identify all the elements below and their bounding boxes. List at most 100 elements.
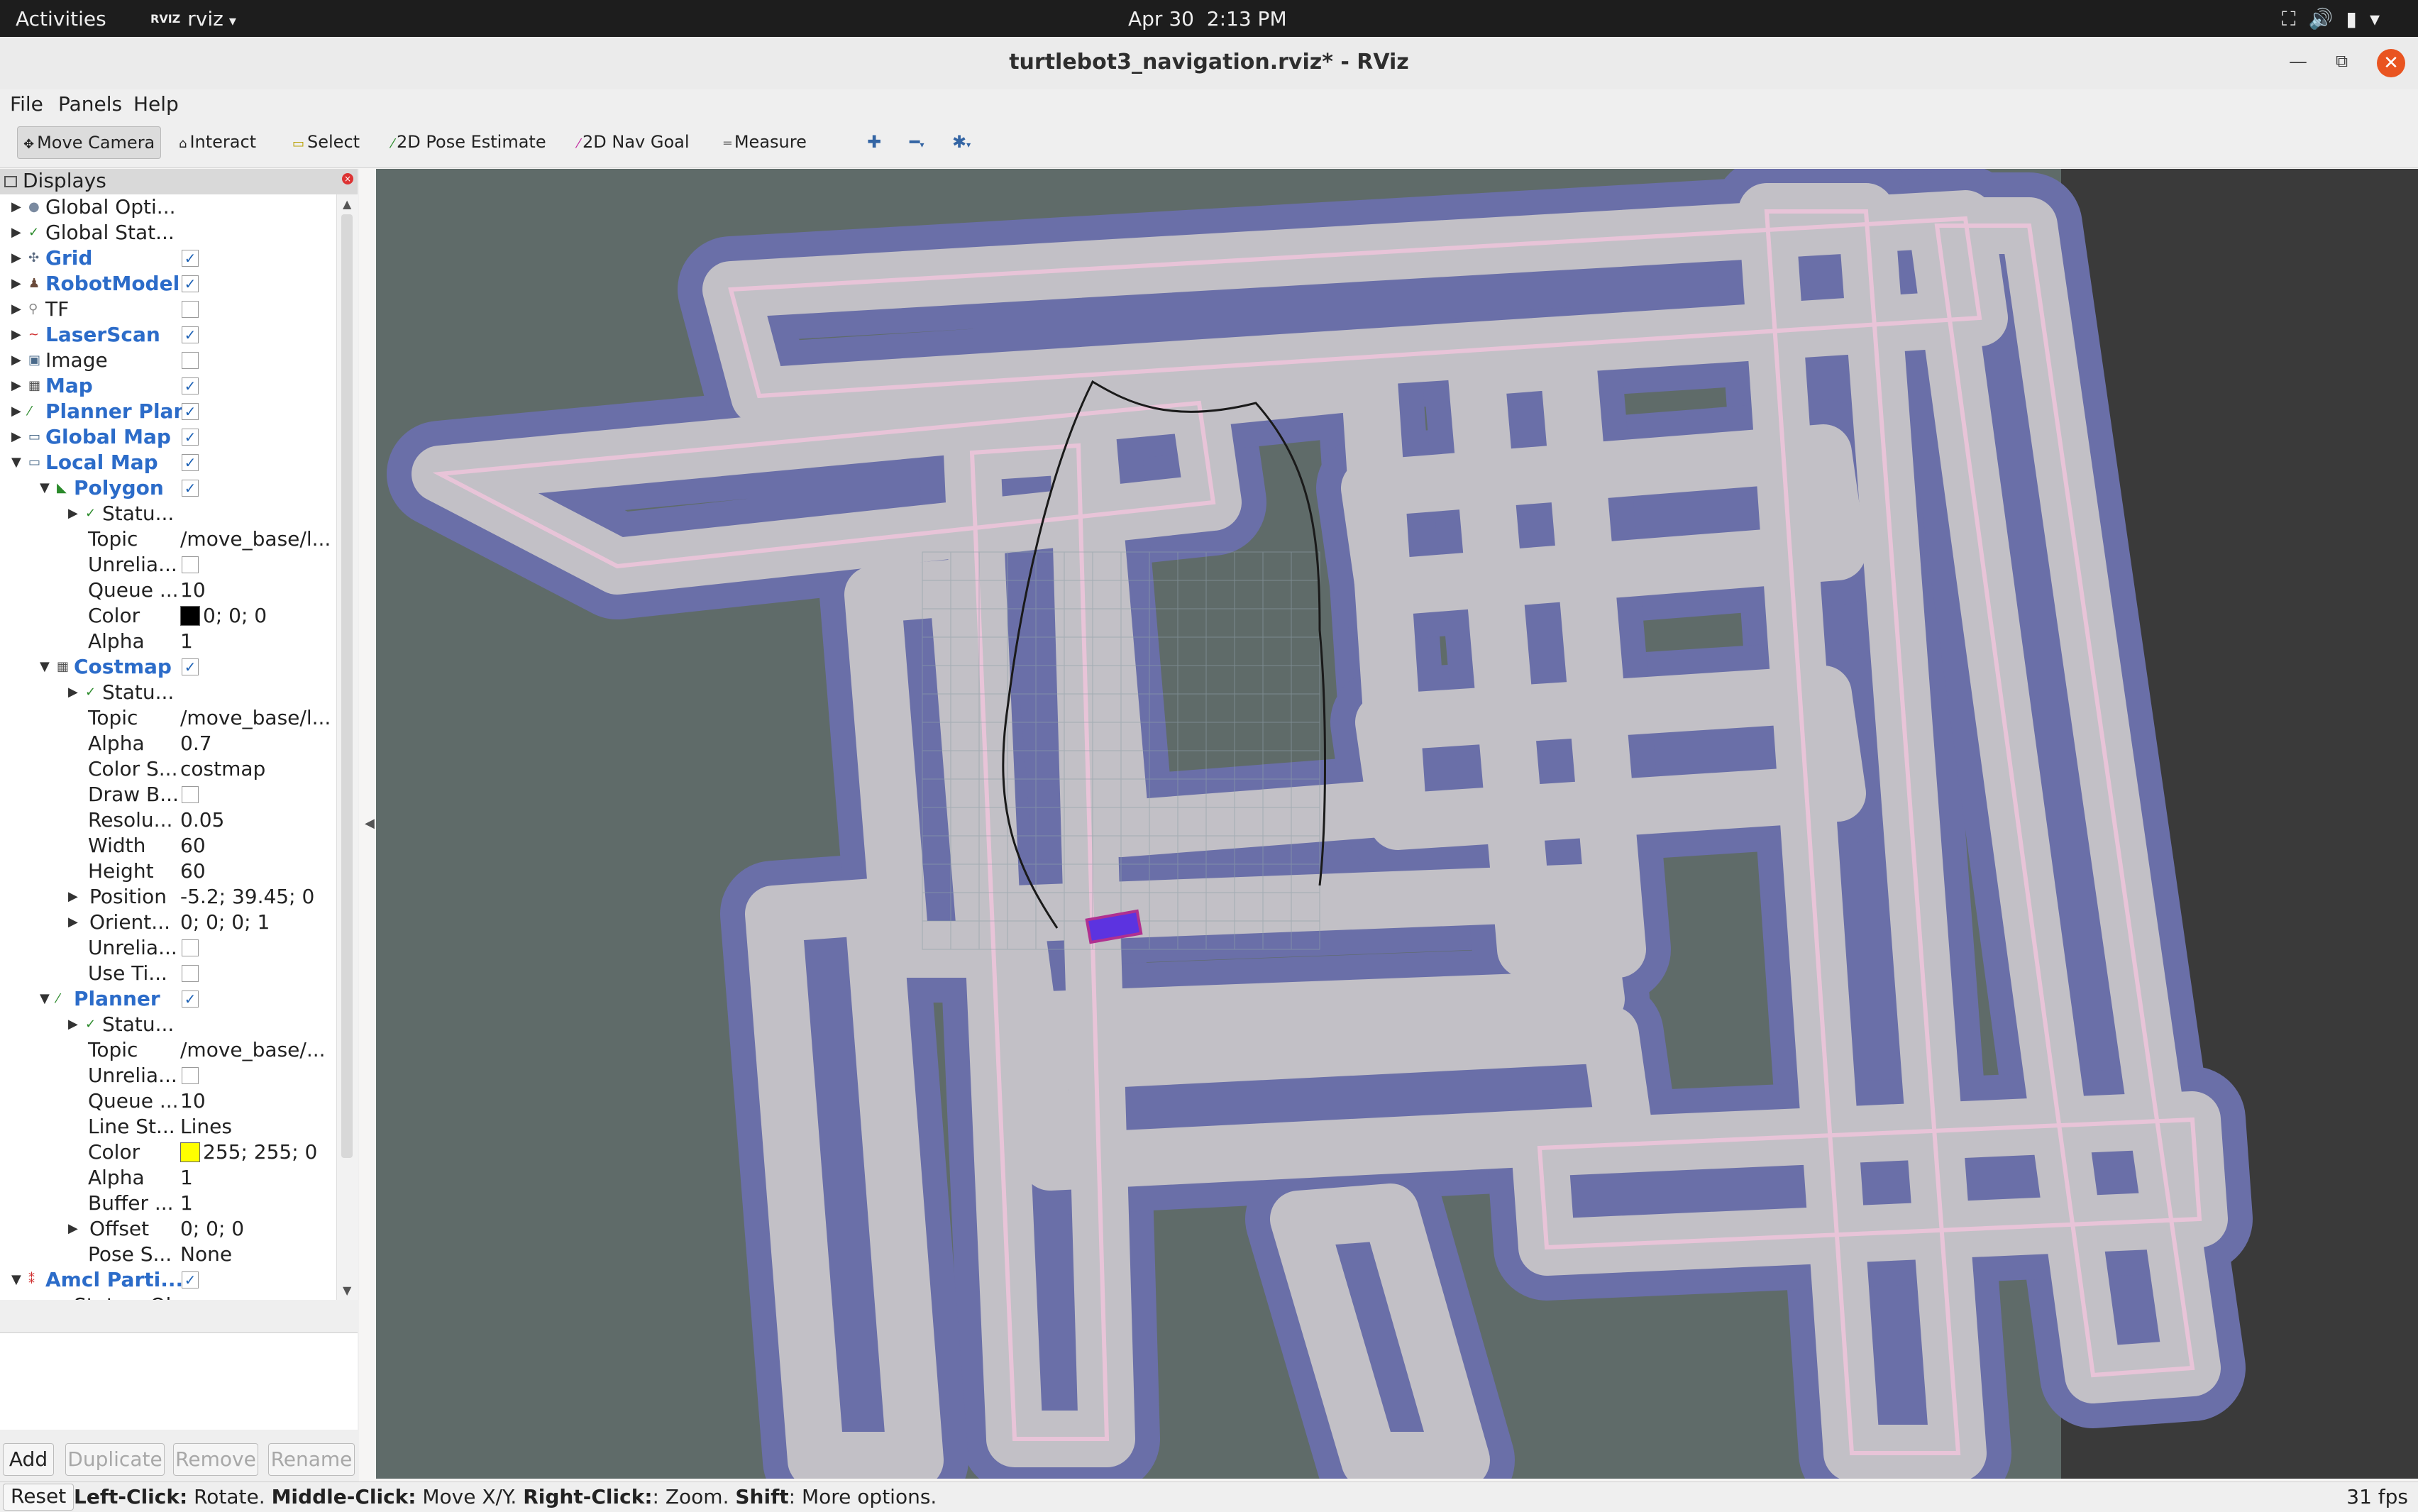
display-tree-row[interactable]: Buffer ... 1 xyxy=(0,1191,336,1216)
rename-display-button[interactable]: Rename xyxy=(268,1443,355,1476)
display-row-value[interactable]: 10 xyxy=(180,1088,206,1114)
minimize-icon[interactable]: — xyxy=(2289,51,2307,72)
display-row-value[interactable]: /move_base/l... xyxy=(180,705,331,731)
remove-display-button[interactable]: Remove xyxy=(173,1443,258,1476)
display-enable-checkbox[interactable]: ✓ xyxy=(182,275,199,292)
display-tree-row[interactable]: Height 60 xyxy=(0,859,336,884)
add-display-button[interactable]: Add xyxy=(3,1443,54,1476)
display-tree-row[interactable]: ▶ ✓ Statu... xyxy=(0,680,336,705)
display-tree-row[interactable]: ▶ ● Global Opti... xyxy=(0,194,336,220)
display-tree-row[interactable]: ▶ Offset 0; 0; 0 xyxy=(0,1216,336,1242)
display-row-value[interactable]: /move_base/l... xyxy=(180,526,331,552)
display-tree-row[interactable]: ▼ ▭ Local Map ✓ xyxy=(0,450,336,475)
display-enable-checkbox[interactable] xyxy=(182,786,199,803)
expand-arrow-icon[interactable]: ▶ xyxy=(11,271,21,297)
display-row-value[interactable]: 0.7 xyxy=(180,731,212,756)
display-tree-row[interactable]: Queue ... 10 xyxy=(0,1088,336,1114)
display-enable-checkbox[interactable] xyxy=(182,939,199,956)
reset-button[interactable]: Reset xyxy=(3,1484,74,1511)
display-enable-checkbox[interactable] xyxy=(182,301,199,318)
display-tree-row[interactable]: Topic/move_base/l... xyxy=(0,526,336,552)
display-enable-checkbox[interactable]: ✓ xyxy=(182,403,199,420)
scroll-down-icon[interactable]: ▼ xyxy=(343,1284,351,1297)
close-icon[interactable]: ✕ xyxy=(2377,49,2405,77)
display-tree-row[interactable]: Use Ti... xyxy=(0,961,336,986)
display-tree-row[interactable]: ▶ ▭ Global Map ✓ xyxy=(0,424,336,450)
display-tree-row[interactable]: Line St... Lines xyxy=(0,1114,336,1139)
display-tree-row[interactable]: ▼ ◣ Polygon ✓ xyxy=(0,475,336,501)
display-tree-row[interactable]: ▼ ▦ Costmap ✓ xyxy=(0,654,336,680)
expand-arrow-icon[interactable]: ▶ xyxy=(11,399,21,424)
collapse-arrow-icon[interactable]: ▼ xyxy=(40,475,50,501)
display-row-value[interactable]: None xyxy=(180,1242,232,1267)
display-enable-checkbox[interactable]: ✓ xyxy=(182,480,199,497)
display-enable-checkbox[interactable]: ✓ xyxy=(182,1271,199,1288)
display-enable-checkbox[interactable]: ✓ xyxy=(182,377,199,394)
expand-arrow-icon[interactable]: ▶ xyxy=(11,373,21,399)
display-row-value[interactable]: 10 xyxy=(180,578,206,603)
expand-arrow-icon[interactable]: ▶ xyxy=(11,322,21,348)
clock[interactable]: Apr 30 2:13 PM xyxy=(1128,7,1313,31)
collapse-arrow-icon[interactable]: ▼ xyxy=(40,654,50,680)
display-tree-row[interactable]: Color S... costmap xyxy=(0,756,336,782)
collapse-arrow-icon[interactable]: ▼ xyxy=(11,450,21,475)
display-tree-row[interactable]: ▶ ~ LaserScan ✓ xyxy=(0,322,336,348)
collapse-arrow-icon[interactable]: ▼ xyxy=(40,986,50,1012)
display-tree-row[interactable]: ▶ Position -5.2; 39.45; 0 xyxy=(0,884,336,910)
display-enable-checkbox[interactable] xyxy=(182,556,199,573)
display-tree-row[interactable]: ▶ ✓ Statu... xyxy=(0,501,336,526)
expand-arrow-icon[interactable]: ▶ xyxy=(11,194,21,220)
display-tree-row[interactable]: Queue ... 10 xyxy=(0,578,336,603)
display-row-value[interactable]: 1 xyxy=(180,629,193,654)
expand-arrow-icon[interactable]: ▶ xyxy=(68,680,78,705)
display-tree-row[interactable]: Unrelia... xyxy=(0,552,336,578)
menu-file[interactable]: File xyxy=(10,92,43,116)
render-viewport[interactable] xyxy=(376,169,2418,1479)
remove-tool-button[interactable]: ━▾ xyxy=(904,126,929,158)
expand-arrow-icon[interactable]: ▶ xyxy=(11,348,21,373)
displays-scrollbar[interactable]: ▲ ▼ xyxy=(336,194,358,1300)
display-row-value[interactable]: /move_base/... xyxy=(180,1037,326,1063)
display-tree-row[interactable]: ▶ ▣ Image xyxy=(0,348,336,373)
collapse-arrow-icon[interactable]: ▼ xyxy=(11,1267,21,1293)
display-tree-row[interactable]: ▶ ⚲ TF xyxy=(0,297,336,322)
display-row-value[interactable]: 0; 0; 0 xyxy=(180,603,267,629)
system-tray[interactable]: ⛶🔊▮▾ xyxy=(2282,7,2392,31)
display-enable-checkbox[interactable] xyxy=(182,352,199,369)
expand-arrow-icon[interactable]: ▶ xyxy=(11,245,21,271)
display-tree-row[interactable]: ▶ Orient... 0; 0; 0; 1 xyxy=(0,910,336,935)
tool-properties-button[interactable]: ✱▾ xyxy=(946,126,976,158)
add-tool-button[interactable]: ✚ xyxy=(861,126,887,158)
display-tree-row[interactable]: Draw B... xyxy=(0,782,336,807)
display-row-value[interactable]: -5.2; 39.45; 0 xyxy=(180,884,314,910)
display-tree-row[interactable]: ▶ ♟ RobotModel ✓ xyxy=(0,271,336,297)
display-enable-checkbox[interactable]: ✓ xyxy=(182,326,199,343)
display-enable-checkbox[interactable]: ✓ xyxy=(182,429,199,446)
pose-estimate-tool[interactable]: ⁄ 2D Pose Estimate xyxy=(386,126,552,158)
display-enable-checkbox[interactable] xyxy=(182,1067,199,1084)
scroll-up-icon[interactable]: ▲ xyxy=(343,197,351,211)
menu-help[interactable]: Help xyxy=(133,92,179,116)
display-tree-row[interactable]: Pose S... None xyxy=(0,1242,336,1267)
expand-arrow-icon[interactable]: ▶ xyxy=(11,297,21,322)
expand-arrow-icon[interactable]: ▶ xyxy=(11,424,21,450)
display-enable-checkbox[interactable] xyxy=(182,965,199,982)
displays-tree[interactable]: ▶ ● Global Opti... ▶ ✓ Global Stat... ▶ ✣ Grid ✓ ▶… xyxy=(0,194,336,1300)
display-enable-checkbox[interactable]: ✓ xyxy=(182,250,199,267)
display-row-value[interactable]: 60 xyxy=(180,833,206,859)
expand-arrow-icon[interactable]: ▶ xyxy=(11,220,21,245)
move-camera-tool[interactable]: ✥ Move Camera xyxy=(17,126,162,159)
collapse-left-icon[interactable]: ◀ xyxy=(365,816,375,831)
select-tool[interactable]: ▭ Select xyxy=(287,126,365,158)
scrollbar-thumb[interactable] xyxy=(341,214,353,1158)
display-tree-row[interactable]: ▶ ✣ Grid ✓ xyxy=(0,245,336,271)
app-menu[interactable]: RVIZ rviz ▾ xyxy=(150,7,236,31)
display-tree-row[interactable]: Resolu... 0.05 xyxy=(0,807,336,833)
expand-arrow-icon[interactable]: ▶ xyxy=(68,1216,78,1242)
display-tree-row[interactable]: Unrelia... xyxy=(0,935,336,961)
display-tree-row[interactable]: ▶ ✓ Global Stat... xyxy=(0,220,336,245)
expand-arrow-icon[interactable]: ▶ xyxy=(68,910,78,935)
display-tree-row[interactable]: Color 0; 0; 0 xyxy=(0,603,336,629)
display-tree-row[interactable]: ▶ ▦ Map ✓ xyxy=(0,373,336,399)
expand-arrow-icon[interactable]: ▶ xyxy=(68,1012,78,1037)
